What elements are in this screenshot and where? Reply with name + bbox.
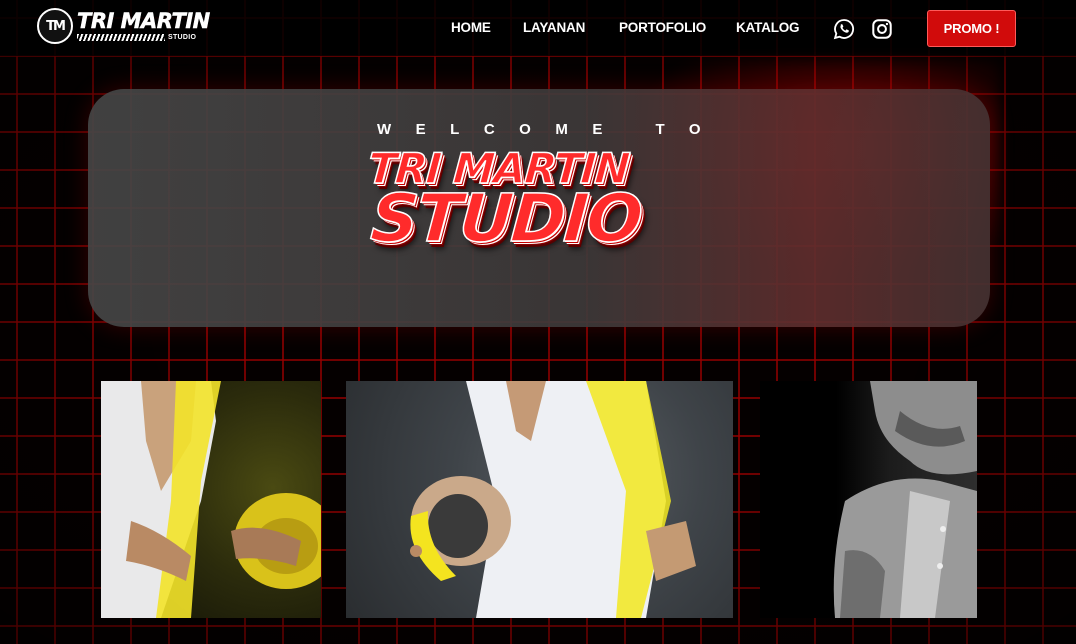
photo-2-illustration [410, 381, 696, 618]
nav-home[interactable]: HOME [451, 20, 491, 35]
nav-menu: HOME LAYANAN PORTOFOLIO KATALOG PROMO ! [0, 0, 1076, 56]
gallery-photo-2[interactable] [346, 381, 733, 618]
promo-button[interactable]: PROMO ! [927, 10, 1016, 47]
photo-3-illustration [833, 381, 977, 618]
nav-portofolio[interactable]: PORTOFOLIO [619, 20, 706, 35]
gallery-photo-1[interactable] [101, 381, 321, 618]
photo-1-illustration [101, 381, 321, 618]
hero-title: TRI MARTIN STUDIO [366, 143, 708, 258]
navbar: TM TRI MARTIN STUDIO HOME LAYANAN PORTOF… [0, 0, 1076, 56]
instagram-icon[interactable] [871, 18, 893, 40]
nav-katalog[interactable]: KATALOG [736, 20, 800, 35]
whatsapp-icon[interactable] [833, 18, 855, 40]
hero-welcome: WELCOME TO [377, 121, 726, 138]
nav-layanan[interactable]: LAYANAN [523, 20, 585, 35]
gallery-photo-3[interactable] [760, 381, 977, 618]
hero-title-line2: STUDIO [368, 179, 644, 258]
